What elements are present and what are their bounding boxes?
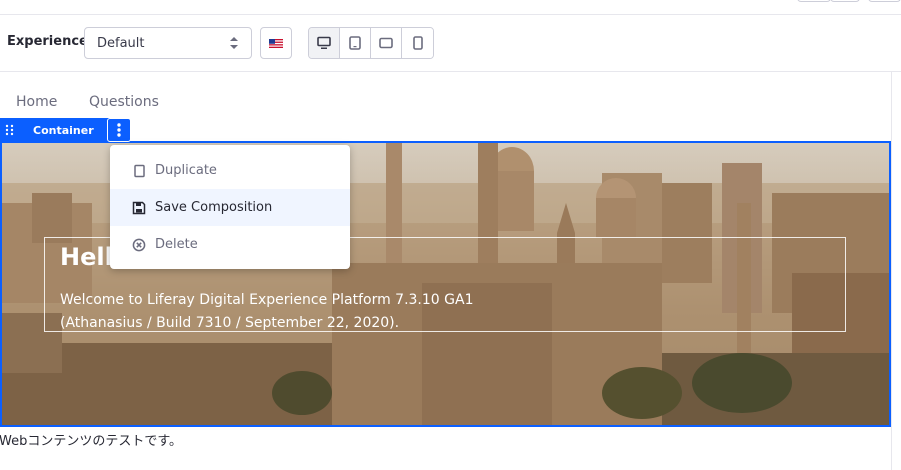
hero-description-line-2: (Athanasius / Build 7310 / September 22,… <box>60 315 400 331</box>
container-options-button[interactable] <box>107 118 131 142</box>
times-circle-icon <box>132 238 146 251</box>
tablet-icon <box>349 36 361 50</box>
nav-item-home[interactable]: Home <box>16 94 57 110</box>
save-icon <box>132 201 146 214</box>
experience-select-value: Default <box>97 36 145 51</box>
nav-item-questions[interactable]: Questions <box>89 94 159 110</box>
portrait-phone-button[interactable] <box>402 28 433 58</box>
menu-item-duplicate-label: Duplicate <box>155 163 217 178</box>
device-selector <box>308 27 434 59</box>
copy-icon <box>134 164 145 177</box>
menu-item-save-composition[interactable]: Save Composition <box>110 189 350 226</box>
container-label: Container <box>33 123 94 137</box>
top-button-middle[interactable] <box>830 0 860 2</box>
experience-label: Experience <box>7 34 88 49</box>
top-button-left[interactable] <box>797 0 831 2</box>
ellipsis-vertical-icon <box>117 123 121 137</box>
desktop-button[interactable] <box>309 28 340 58</box>
container-topper[interactable]: Container <box>0 118 114 142</box>
desktop-icon <box>317 36 331 49</box>
tablet-button[interactable] <box>340 28 371 58</box>
top-strip <box>0 0 901 15</box>
web-content-text: Webコンテンツのテストです。 <box>0 434 183 449</box>
menu-item-duplicate[interactable]: Duplicate <box>110 152 350 189</box>
experience-select[interactable]: Default <box>84 27 252 59</box>
menu-item-delete[interactable]: Delete <box>110 226 350 263</box>
hero-description: Welcome to Liferay Digital Experience Pl… <box>60 289 530 335</box>
page-scroll-edge <box>891 72 892 470</box>
container-options-menu: Duplicate Save Composition Delete <box>110 145 350 269</box>
hero-description-line-1: Welcome to Liferay Digital Experience Pl… <box>60 292 474 308</box>
experience-toolbar: Experience Default <box>0 15 901 72</box>
top-button-right[interactable] <box>868 0 901 2</box>
menu-item-save-composition-label: Save Composition <box>155 200 273 215</box>
caret-double-icon <box>230 37 238 49</box>
drag-handle-icon[interactable] <box>0 118 24 142</box>
language-selector-button[interactable] <box>260 27 292 59</box>
landscape-phone-icon <box>379 37 393 49</box>
menu-item-delete-label: Delete <box>155 237 198 252</box>
landscape-phone-button[interactable] <box>371 28 402 58</box>
portrait-phone-icon <box>412 36 423 50</box>
flag-us-icon <box>269 39 283 48</box>
